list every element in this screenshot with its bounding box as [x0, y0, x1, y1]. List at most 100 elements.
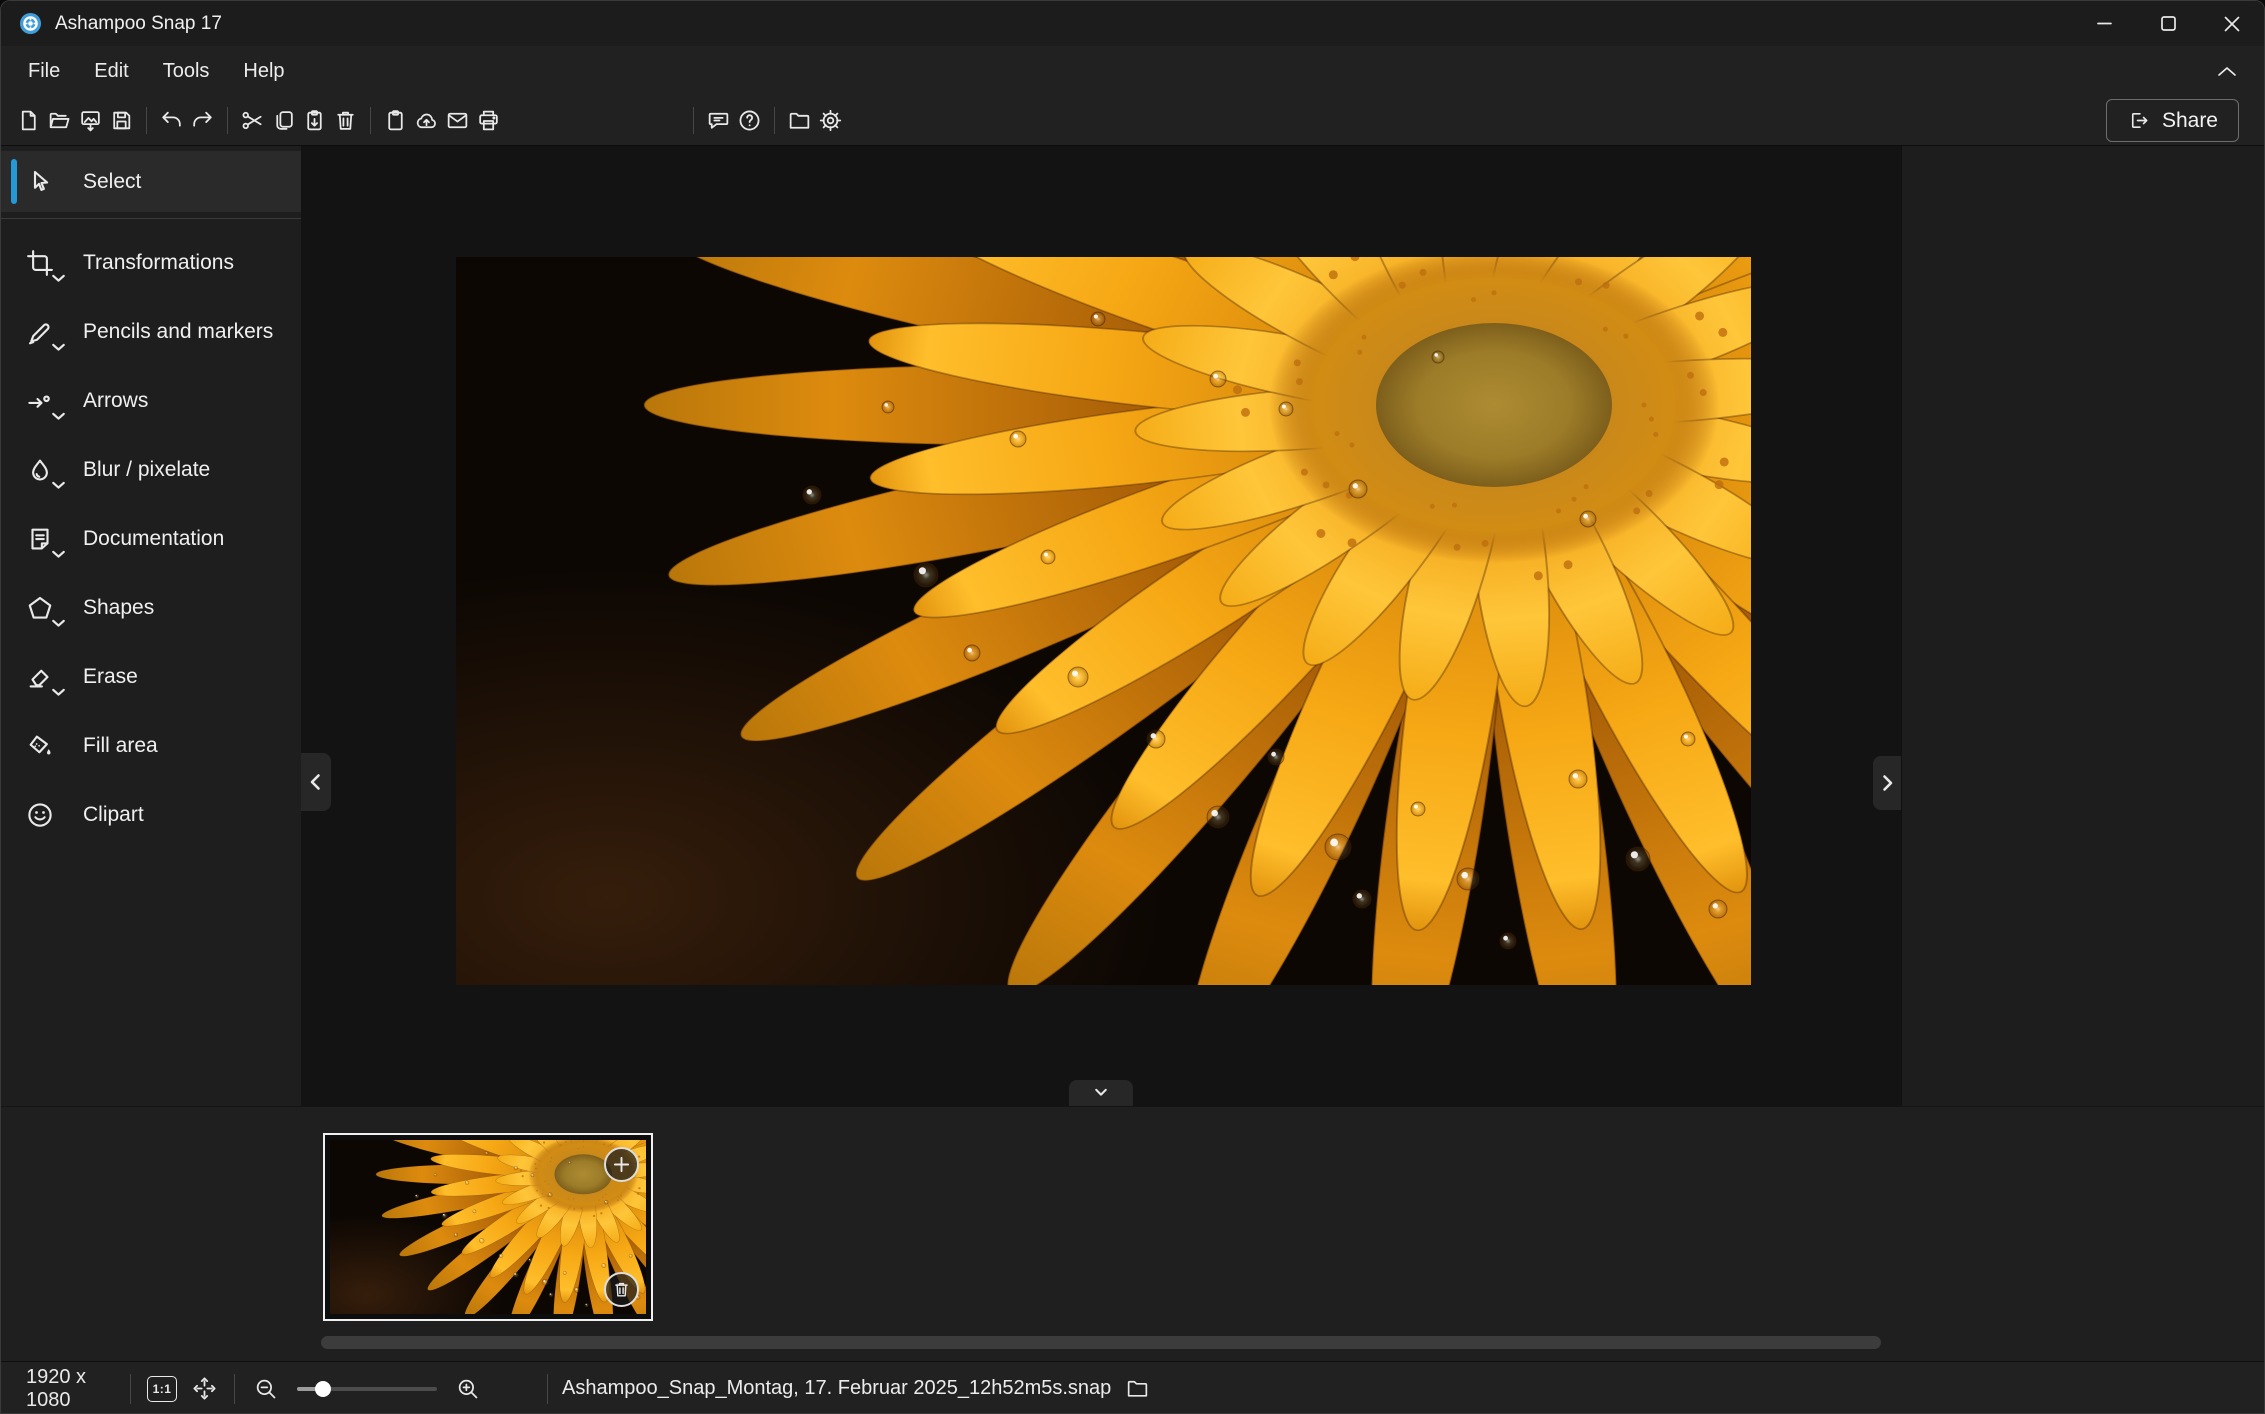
help-icon [737, 108, 762, 133]
sidebar-item-label: Clipart [83, 802, 144, 828]
tools-sidebar: Select Transformations Pencils and marke… [1, 146, 301, 1106]
delete-button[interactable] [330, 101, 361, 141]
add-capture-button[interactable] [604, 1147, 639, 1182]
zoom-out-button[interactable] [253, 1376, 279, 1402]
thumbnail-scrollbar[interactable] [321, 1336, 1881, 1349]
chevron-down-icon [52, 619, 65, 628]
clipboard-icon [383, 108, 408, 133]
export-image-button[interactable] [75, 101, 106, 141]
sidebar-item-pencils-markers[interactable]: Pencils and markers [1, 297, 301, 366]
canvas-area[interactable] [301, 146, 1901, 1106]
fit-pan-button[interactable] [191, 1375, 218, 1402]
redo-icon [190, 108, 215, 133]
sidebar-item-label: Documentation [83, 526, 224, 552]
previous-capture-button[interactable] [301, 753, 331, 811]
captured-image[interactable] [456, 257, 1751, 985]
chevron-down-icon [1090, 1085, 1112, 1101]
copy-icon [271, 108, 296, 133]
chevron-down-icon [52, 343, 65, 352]
sidebar-item-transformations[interactable]: Transformations [1, 228, 301, 297]
app-window: Ashampoo Snap 17 File Edit Tools Help [0, 0, 2265, 1414]
sidebar-item-clipart[interactable]: Clipart [1, 780, 301, 849]
pentagon-icon [23, 591, 57, 625]
feedback-button[interactable] [703, 101, 734, 141]
menu-help[interactable]: Help [226, 46, 301, 96]
sidebar-item-label: Blur / pixelate [83, 457, 210, 483]
print-button[interactable] [473, 101, 504, 141]
share-icon [2127, 109, 2150, 132]
zoom-in-button[interactable] [455, 1376, 481, 1402]
share-button[interactable]: Share [2106, 99, 2239, 142]
titlebar: Ashampoo Snap 17 [1, 1, 2264, 46]
close-button[interactable] [2200, 1, 2264, 46]
help-button[interactable] [734, 101, 765, 141]
main-region: Select Transformations Pencils and marke… [1, 146, 2264, 1106]
collapse-toolbar-button[interactable] [2216, 64, 2238, 78]
settings-button[interactable] [815, 101, 846, 141]
clipboard-button[interactable] [380, 101, 411, 141]
sidebar-item-shapes[interactable]: Shapes [1, 573, 301, 642]
trash-icon [612, 1280, 631, 1299]
window-controls [2072, 1, 2264, 46]
minimize-button[interactable] [2072, 1, 2136, 46]
sidebar-item-blur-pixelate[interactable]: Blur / pixelate [1, 435, 301, 504]
redo-button[interactable] [187, 101, 218, 141]
zoom-slider-thumb[interactable] [315, 1381, 331, 1397]
open-file-button[interactable] [44, 101, 75, 141]
active-accent-bar [11, 159, 17, 204]
cloud-upload-button[interactable] [411, 101, 442, 141]
sidebar-item-fill-area[interactable]: Fill area [1, 711, 301, 780]
undo-icon [159, 108, 184, 133]
captures-folder-button[interactable] [784, 101, 815, 141]
eraser-icon [23, 660, 57, 694]
maximize-icon [2160, 15, 2177, 32]
new-capture-button[interactable] [13, 101, 44, 141]
menu-tools[interactable]: Tools [146, 46, 227, 96]
menu-file[interactable]: File [11, 46, 77, 96]
next-capture-button[interactable] [1873, 756, 1901, 810]
mail-icon [445, 108, 470, 133]
sidebar-item-arrows[interactable]: Arrows [1, 366, 301, 435]
cloud-upload-icon [414, 108, 439, 133]
magnifier-minus-icon [253, 1376, 279, 1402]
delete-capture-button[interactable] [604, 1272, 639, 1307]
menu-edit[interactable]: Edit [77, 46, 145, 96]
sidebar-item-select[interactable]: Select [1, 151, 301, 212]
smiley-icon [23, 798, 57, 832]
thumbnail-image [330, 1140, 646, 1314]
statusbar: 1920 x 1080 1:1 Ashampoo_Snap_Montag, 17… [1, 1361, 2264, 1414]
copy-button[interactable] [268, 101, 299, 141]
email-button[interactable] [442, 101, 473, 141]
cut-button[interactable] [237, 101, 268, 141]
actual-size-button[interactable]: 1:1 [147, 1376, 177, 1402]
gear-icon [818, 108, 843, 133]
open-folder-icon [47, 108, 72, 133]
toolbar: Share [1, 96, 2264, 146]
collapse-canvas-button[interactable] [1069, 1080, 1133, 1106]
capture-thumbnail[interactable] [323, 1133, 653, 1321]
chevron-down-icon [52, 688, 65, 697]
open-file-location-button[interactable] [1125, 1376, 1150, 1401]
statusbar-separator [234, 1374, 235, 1404]
sidebar-item-label: Arrows [83, 388, 148, 414]
paste-button[interactable] [299, 101, 330, 141]
paste-icon [302, 108, 327, 133]
statusbar-separator [130, 1374, 131, 1404]
chevron-right-icon [1877, 773, 1897, 793]
toolbar-separator [370, 107, 371, 134]
undo-button[interactable] [156, 101, 187, 141]
sidebar-item-label: Pencils and markers [83, 319, 273, 345]
comment-icon [706, 108, 731, 133]
zoom-slider[interactable] [297, 1379, 437, 1399]
plus-icon [612, 1155, 631, 1174]
move-arrows-icon [191, 1375, 218, 1402]
app-logo-icon [19, 12, 42, 35]
sidebar-item-erase[interactable]: Erase [1, 642, 301, 711]
new-file-icon [16, 108, 41, 133]
maximize-button[interactable] [2136, 1, 2200, 46]
resolution-label: 1920 x 1080 [26, 1366, 122, 1412]
chevron-left-icon [306, 772, 326, 792]
sidebar-item-label: Shapes [83, 595, 154, 621]
save-button[interactable] [106, 101, 137, 141]
sidebar-item-documentation[interactable]: Documentation [1, 504, 301, 573]
